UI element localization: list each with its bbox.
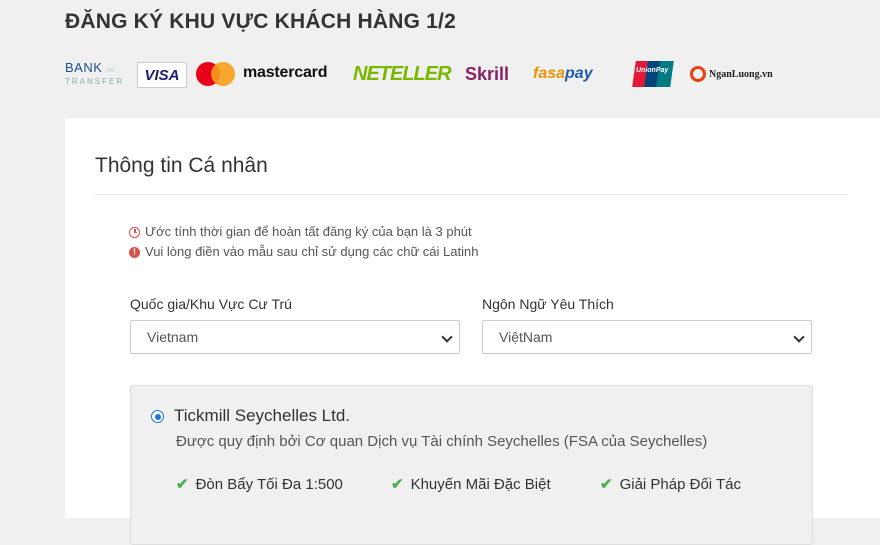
section-title: Thông tin Cá nhân (95, 154, 268, 177)
check-icon: ✔ (176, 476, 189, 493)
chevron-down-icon (793, 331, 805, 343)
entity-name: Tickmill Seychelles Ltd. (174, 406, 351, 425)
country-label: Quốc gia/Khu Vực Cư Trú (130, 296, 292, 312)
mastercard-logo: mastercard (196, 58, 341, 90)
feature-item: ✔ Khuyến Mãi Đặc Biệt (391, 475, 551, 494)
unionpay-logo: UnionPay (632, 61, 674, 87)
payment-logos: BANK ››› TRANSFER VISA mastercard NETELL… (65, 58, 795, 90)
fasapay-logo: fasa pay (533, 65, 593, 82)
skrill-logo: Skrill (465, 63, 510, 84)
feature-item: ✔ Đòn Bẩy Tối Đa 1:500 (176, 475, 343, 494)
bank-transfer-logo: BANK ››› TRANSFER (65, 60, 125, 87)
nganluong-logo: NganLuong.vn (690, 58, 780, 90)
alert-icon: ! (129, 246, 140, 258)
entity-regulation: Được quy định bởi Cơ quan Dịch vụ Tài ch… (176, 433, 708, 450)
time-estimate-note: Ước tính thời gian để hoàn tất đăng ký c… (129, 222, 478, 242)
divider (95, 194, 847, 195)
page-title: ĐĂNG KÝ KHU VỰC KHÁCH HÀNG 1/2 (65, 10, 456, 33)
nganluong-icon (690, 66, 706, 82)
feature-item: ✔ Giải Pháp Đối Tác (600, 475, 742, 494)
language-label: Ngôn Ngữ Yêu Thích (482, 296, 614, 312)
latin-only-note: ! Vui lòng điền vào mẫu sau chỉ sử dụng … (129, 242, 478, 262)
entity-option[interactable]: Tickmill Seychelles Ltd. Được quy định b… (130, 385, 813, 545)
neteller-logo: NETELLER (353, 62, 452, 85)
info-notes: Ước tính thời gian để hoàn tất đăng ký c… (129, 222, 478, 262)
country-select[interactable]: Vietnam (130, 320, 460, 354)
visa-logo: VISA (137, 62, 187, 88)
entity-radio[interactable] (151, 410, 164, 423)
check-icon: ✔ (600, 476, 613, 493)
registration-card: Thông tin Cá nhân Ước tính thời gian để … (65, 118, 880, 545)
chevron-down-icon (441, 331, 453, 343)
check-icon: ✔ (391, 476, 404, 493)
clock-icon (129, 226, 140, 238)
language-select[interactable]: ViệtNam (482, 320, 812, 354)
